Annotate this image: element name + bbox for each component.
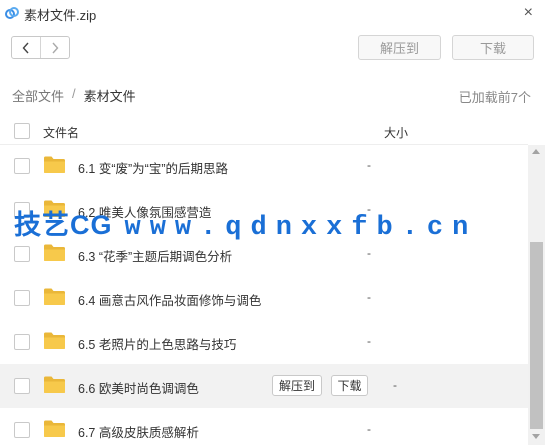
file-size: - [367, 158, 371, 172]
row-checkbox[interactable] [14, 246, 30, 262]
file-row[interactable]: 6.4 画意古风作品妆面修饰与调色 - [0, 276, 528, 320]
watermark-brand: 技艺CG [14, 210, 113, 240]
file-size: - [367, 422, 371, 436]
file-name[interactable]: 6.4 画意古风作品妆面修饰与调色 [78, 290, 261, 309]
window-title: 素材文件.zip [24, 8, 97, 23]
download-button[interactable]: 下载 [452, 35, 534, 60]
column-name-header[interactable]: 文件名 [43, 124, 79, 141]
loaded-count: 已加载前7个 [458, 90, 531, 105]
row-checkbox[interactable] [14, 158, 30, 174]
watermark-url: www.qdnxxfb.cn [124, 213, 478, 243]
scroll-up-icon[interactable] [532, 149, 540, 154]
folder-icon [44, 376, 65, 393]
chevron-right-icon [52, 42, 59, 53]
file-row[interactable]: 6.7 高级皮肤质感解析 - [0, 408, 528, 445]
breadcrumb: 全部文件 / 素材文件 [12, 86, 136, 105]
breadcrumb-current: 素材文件 [83, 89, 136, 104]
scroll-down-icon[interactable] [532, 434, 540, 439]
file-name[interactable]: 6.7 高级皮肤质感解析 [78, 422, 199, 441]
folder-icon [44, 156, 65, 173]
folder-icon [44, 420, 65, 437]
file-size: - [367, 334, 371, 348]
file-row[interactable]: 6.5 老照片的上色思路与技巧 - [0, 320, 528, 364]
row-download-button[interactable]: 下载 [331, 375, 368, 396]
close-icon[interactable]: × [524, 4, 533, 22]
baidu-netdisk-icon [5, 7, 19, 19]
row-checkbox[interactable] [14, 334, 30, 350]
file-size: - [367, 246, 371, 260]
row-extract-button[interactable]: 解压到 [272, 375, 322, 396]
breadcrumb-root[interactable]: 全部文件 [12, 86, 64, 105]
folder-icon [44, 288, 65, 305]
file-list-header: 文件名 大小 [0, 115, 528, 145]
title-bar: 素材文件.zip × [0, 0, 545, 26]
extract-to-button[interactable]: 解压到 [358, 35, 441, 60]
watermark: 技艺CG www.qdnxxfb.cn [14, 203, 477, 243]
row-checkbox[interactable] [14, 422, 30, 438]
file-row[interactable]: 6.6 欧美时尚色调调色 解压到 下载 - [0, 364, 528, 408]
scrollbar-thumb[interactable] [530, 242, 543, 429]
row-checkbox[interactable] [14, 290, 30, 306]
forward-button[interactable] [40, 37, 69, 58]
column-size-header[interactable]: 大小 [384, 124, 408, 141]
file-name[interactable]: 6.5 老照片的上色思路与技巧 [78, 334, 236, 353]
breadcrumb-separator: / [72, 86, 76, 101]
folder-icon [44, 244, 65, 261]
file-size: - [393, 378, 397, 392]
file-name[interactable]: 6.1 变“废”为“宝”的后期思路 [78, 158, 228, 177]
vertical-scrollbar[interactable] [528, 145, 545, 445]
back-button[interactable] [12, 37, 40, 58]
select-all-checkbox[interactable] [14, 123, 30, 139]
row-checkbox[interactable] [14, 378, 30, 394]
history-nav [11, 36, 70, 59]
chevron-left-icon [22, 42, 29, 53]
file-row[interactable]: 6.1 变“废”为“宝”的后期思路 - [0, 144, 528, 188]
file-name[interactable]: 6.3 “花季”主题后期调色分析 [78, 246, 232, 265]
file-name[interactable]: 6.6 欧美时尚色调调色 [78, 378, 199, 397]
folder-icon [44, 332, 65, 349]
file-size: - [367, 290, 371, 304]
